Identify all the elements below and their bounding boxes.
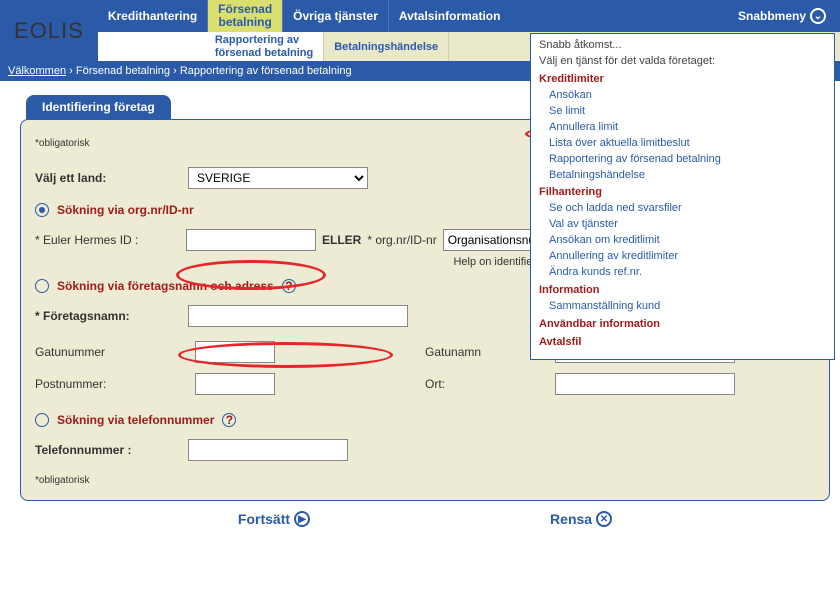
- label-orgnr: * org.nr/ID-nr: [367, 233, 436, 247]
- breadcrumb-a: Försenad betalning: [76, 65, 170, 77]
- dd-header1: Snabb åtkomst...: [539, 38, 826, 54]
- snabbmeny-button[interactable]: Snabbmeny ⌄: [724, 0, 840, 32]
- dd-item[interactable]: Betalningshändelse: [539, 168, 826, 184]
- snabbmeny-dropdown: Snabb åtkomst... Välj en tjänst för det …: [530, 33, 835, 360]
- label-eller: ELLER: [322, 233, 361, 247]
- ort-input[interactable]: [555, 373, 735, 395]
- chevron-down-icon: ⌄: [810, 8, 826, 24]
- dd-cat-kredit: Kreditlimiter: [539, 72, 826, 88]
- fortsatt-label: Fortsätt: [238, 511, 290, 527]
- subtab-rapportering-l2: försenad betalning: [215, 47, 313, 59]
- label-gatunummer: Gatunummer: [35, 345, 195, 359]
- breadcrumb-welcome[interactable]: Välkommen: [8, 65, 66, 77]
- euler-hermes-id-input[interactable]: [186, 229, 316, 251]
- subtab-rapportering-l1: Rapportering av: [215, 34, 313, 46]
- panel-tab-identifiering: Identifiering företag: [26, 95, 171, 119]
- dd-item[interactable]: Lista över aktuella limitbeslut: [539, 136, 826, 152]
- dd-header2: Välj en tjänst för det valda företaget:: [539, 54, 826, 70]
- postnummer-input[interactable]: [195, 373, 275, 395]
- close-icon: ✕: [596, 511, 612, 527]
- dd-item[interactable]: Annullering av kreditlimiter: [539, 249, 826, 265]
- dd-item[interactable]: Annullera limit: [539, 120, 826, 136]
- brand-logo: EOLIS: [0, 0, 98, 61]
- radio-sok-org-label: Sökning via org.nr/ID-nr: [57, 203, 194, 217]
- dd-item[interactable]: Ansökan om kreditlimit: [539, 233, 826, 249]
- label-ort: Ort:: [425, 377, 555, 391]
- tab-forsenad-l2: betalning: [218, 16, 272, 29]
- dd-cat-fil: Filhantering: [539, 185, 826, 201]
- rensa-button[interactable]: Rensa ✕: [550, 511, 612, 527]
- foretagsnamn-input[interactable]: [188, 305, 408, 327]
- dd-cat-info: Information: [539, 283, 826, 299]
- country-select[interactable]: SVERIGE: [188, 167, 368, 189]
- label-valj-land: Välj ett land:: [35, 171, 180, 185]
- obligatorisk-note-bottom: *obligatorisk: [35, 475, 815, 486]
- arrow-right-icon: ▶: [294, 511, 310, 527]
- label-telefon: Telefonnummer :: [35, 443, 180, 457]
- radio-icon: [35, 279, 49, 293]
- tab-ovriga[interactable]: Övriga tjänster: [283, 0, 389, 32]
- dd-item[interactable]: Ansökan: [539, 88, 826, 104]
- snabbmeny-label: Snabbmeny: [738, 9, 806, 23]
- telefon-input[interactable]: [188, 439, 348, 461]
- dd-item[interactable]: Se limit: [539, 104, 826, 120]
- radio-icon: [35, 203, 49, 217]
- dd-cat-anv[interactable]: Användbar information: [539, 317, 826, 333]
- help-icon[interactable]: ?: [222, 413, 236, 427]
- dd-item[interactable]: Val av tjänster: [539, 217, 826, 233]
- fortsatt-button[interactable]: Fortsätt ▶: [238, 511, 310, 527]
- subtab-betalningshandelse[interactable]: Betalningshändelse: [324, 32, 449, 61]
- dd-cat-avtal[interactable]: Avtalsfil: [539, 335, 826, 351]
- help-icon[interactable]: ?: [282, 279, 296, 293]
- radio-icon: [35, 413, 49, 427]
- radio-sok-namn-label: Sökning via företagsnamn och adress: [57, 279, 274, 293]
- gatunummer-input[interactable]: [195, 341, 275, 363]
- dd-item[interactable]: Ändra kunds ref.nr.: [539, 265, 826, 281]
- subtab-rapportering[interactable]: Rapportering av försenad betalning: [205, 32, 324, 61]
- dd-item[interactable]: Sammanställning kund: [539, 299, 826, 315]
- dd-item-rapportering[interactable]: Rapportering av försenad betalning: [539, 152, 826, 168]
- radio-sok-tel-label: Sökning via telefonnummer: [57, 413, 214, 427]
- help-identifier-link[interactable]: Help on identifier: [453, 256, 536, 268]
- tab-forsenad-betalning[interactable]: Försenad betalning: [208, 0, 283, 32]
- breadcrumb-b: Rapportering av försenad betalning: [180, 65, 352, 77]
- rensa-label: Rensa: [550, 511, 592, 527]
- label-foretagsnamn: * Företagsnamn:: [35, 309, 180, 323]
- label-postnummer: Postnummer:: [35, 377, 195, 391]
- radio-sok-tel[interactable]: Sökning via telefonnummer ?: [35, 413, 815, 427]
- tab-kredithantering[interactable]: Kredithantering: [98, 0, 208, 32]
- label-eh-id: * Euler Hermes ID :: [35, 233, 180, 247]
- dd-item[interactable]: Se och ladda ned svarsfiler: [539, 201, 826, 217]
- tab-avtal[interactable]: Avtalsinformation: [389, 0, 511, 32]
